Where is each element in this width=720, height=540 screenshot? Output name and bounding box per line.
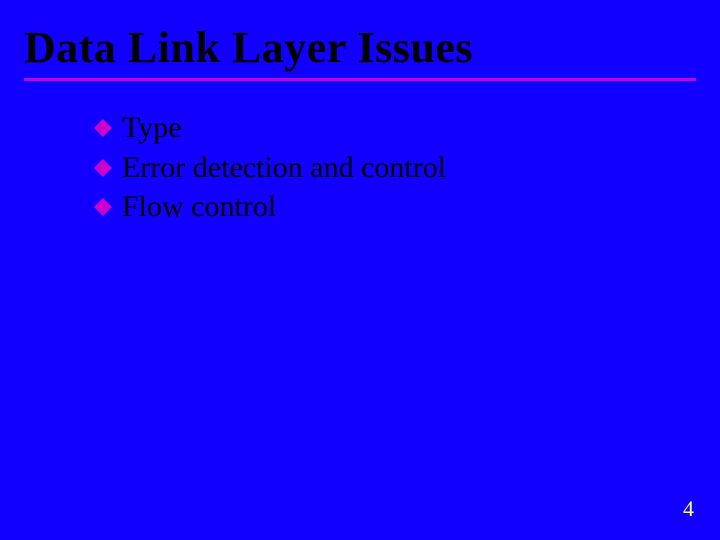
slide-title: Data Link Layer Issues <box>24 24 696 72</box>
list-item: Type <box>90 109 720 147</box>
title-underline <box>24 78 696 81</box>
diamond-bullet-icon <box>90 115 116 141</box>
bullet-text: Type <box>122 109 182 147</box>
bullet-text: Error detection and control <box>122 149 446 187</box>
list-item: Flow control <box>90 188 720 226</box>
bullet-text: Flow control <box>122 188 276 226</box>
title-block: Data Link Layer Issues <box>0 0 720 81</box>
diamond-bullet-icon <box>90 194 116 220</box>
bullet-list: Type Error detection and control Flow co… <box>0 109 720 226</box>
page-number: 4 <box>683 496 694 522</box>
diamond-bullet-icon <box>90 155 116 181</box>
list-item: Error detection and control <box>90 149 720 187</box>
